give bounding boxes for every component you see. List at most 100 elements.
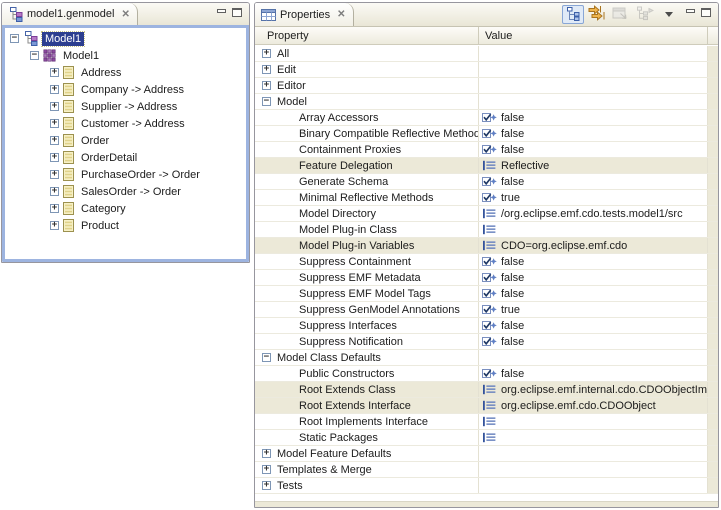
expander-icon[interactable]: + bbox=[50, 68, 59, 77]
checkbox-icon bbox=[482, 192, 497, 203]
properties-tab-title: Properties bbox=[280, 9, 330, 21]
expander-icon[interactable]: + bbox=[262, 465, 271, 474]
column-header-value[interactable]: Value bbox=[479, 27, 708, 44]
class-icon bbox=[63, 134, 74, 147]
property-row[interactable]: Generate Schema false bbox=[255, 174, 718, 190]
property-name: Root Extends Class bbox=[299, 384, 396, 396]
tree-item[interactable]: − Model1 bbox=[5, 30, 246, 47]
property-row[interactable]: Model Plug-in Class bbox=[255, 222, 718, 238]
property-name: Binary Compatible Reflective Methods bbox=[299, 128, 479, 140]
show-tree-mode-button[interactable] bbox=[562, 5, 584, 24]
tree-item[interactable]: + Product bbox=[5, 217, 246, 234]
property-row[interactable]: − Model Class Defaults bbox=[255, 350, 718, 366]
advanced-arrows-icon bbox=[588, 5, 606, 24]
expander-icon[interactable]: + bbox=[50, 187, 59, 196]
property-value: false bbox=[501, 320, 524, 332]
tree-item-label: Category bbox=[78, 202, 129, 216]
expander-icon[interactable]: + bbox=[262, 481, 271, 490]
checkbox-icon bbox=[482, 112, 497, 123]
property-row[interactable]: + Edit bbox=[255, 62, 718, 78]
expander-icon[interactable]: + bbox=[50, 221, 59, 230]
column-header-property[interactable]: Property bbox=[255, 27, 479, 44]
tab-model1-genmodel[interactable]: model1.genmodel ✕ bbox=[2, 3, 138, 25]
maximize-icon[interactable] bbox=[701, 8, 711, 17]
expander-icon[interactable]: − bbox=[10, 34, 19, 43]
minimize-icon[interactable] bbox=[217, 9, 226, 13]
property-name: Suppress Notification bbox=[299, 336, 403, 348]
checkbox-icon bbox=[482, 256, 497, 267]
tree-item-label: OrderDetail bbox=[78, 151, 140, 165]
property-row[interactable]: Suppress Notification false bbox=[255, 334, 718, 350]
property-row[interactable]: + Tests bbox=[255, 478, 718, 494]
expander-icon[interactable]: + bbox=[50, 170, 59, 179]
property-value: true bbox=[501, 192, 520, 204]
tree-item[interactable]: + Category bbox=[5, 200, 246, 217]
expander-icon[interactable]: − bbox=[30, 51, 39, 60]
expander-icon[interactable]: + bbox=[50, 102, 59, 111]
checkbox-icon bbox=[482, 320, 497, 331]
properties-window-buttons bbox=[686, 3, 718, 26]
property-row[interactable]: Public Constructors false bbox=[255, 366, 718, 382]
property-row[interactable]: Suppress EMF Metadata false bbox=[255, 270, 718, 286]
property-row[interactable]: Suppress Interfaces false bbox=[255, 318, 718, 334]
property-row[interactable]: Minimal Reflective Methods true bbox=[255, 190, 718, 206]
close-icon[interactable]: ✕ bbox=[121, 9, 129, 20]
tree-item-label: Product bbox=[78, 219, 122, 233]
pin-to-selection-button[interactable] bbox=[634, 5, 656, 24]
property-row[interactable]: Array Accessors false bbox=[255, 110, 718, 126]
property-row[interactable]: − Model bbox=[255, 94, 718, 110]
tree-item[interactable]: + OrderDetail bbox=[5, 149, 246, 166]
view-menu-button[interactable] bbox=[658, 5, 680, 24]
property-row[interactable]: Feature Delegation Reflective bbox=[255, 158, 718, 174]
tab-properties[interactable]: Properties ✕ bbox=[255, 3, 354, 26]
checkbox-icon bbox=[482, 128, 497, 139]
show-advanced-properties-button[interactable] bbox=[586, 5, 608, 24]
property-row[interactable]: Containment Proxies false bbox=[255, 142, 718, 158]
property-row[interactable]: Suppress EMF Model Tags false bbox=[255, 286, 718, 302]
property-row[interactable]: Model Plug-in Variables CDO=org.eclipse.… bbox=[255, 238, 718, 254]
expander-icon[interactable]: + bbox=[262, 81, 271, 90]
tree-item[interactable]: + PurchaseOrder -> Order bbox=[5, 166, 246, 183]
package-icon bbox=[43, 49, 56, 62]
property-row[interactable]: Root Implements Interface bbox=[255, 414, 718, 430]
tree-item[interactable]: + Customer -> Address bbox=[5, 115, 246, 132]
tree-item[interactable]: + Company -> Address bbox=[5, 81, 246, 98]
tree-item[interactable]: + Order bbox=[5, 132, 246, 149]
property-value: CDO=org.eclipse.emf.cdo bbox=[501, 240, 627, 252]
minimize-icon[interactable] bbox=[686, 9, 695, 13]
restore-default-value-button[interactable] bbox=[610, 5, 632, 24]
expander-icon[interactable]: + bbox=[262, 449, 271, 458]
property-row[interactable]: Binary Compatible Reflective Methods fal… bbox=[255, 126, 718, 142]
expander-icon[interactable]: + bbox=[50, 204, 59, 213]
tree-item-label: Company -> Address bbox=[78, 83, 187, 97]
maximize-icon[interactable] bbox=[232, 8, 242, 17]
chevron-down-icon bbox=[665, 12, 673, 17]
expander-icon[interactable]: + bbox=[262, 65, 271, 74]
property-row[interactable]: Suppress GenModel Annotations true bbox=[255, 302, 718, 318]
property-row[interactable]: + Model Feature Defaults bbox=[255, 446, 718, 462]
tree-item[interactable]: + Supplier -> Address bbox=[5, 98, 246, 115]
property-row[interactable]: Root Extends Class org.eclipse.emf.inter… bbox=[255, 382, 718, 398]
close-icon[interactable]: ✕ bbox=[337, 9, 345, 20]
property-name: Templates & Merge bbox=[277, 464, 372, 476]
expander-icon[interactable]: + bbox=[50, 85, 59, 94]
expander-icon[interactable]: + bbox=[262, 49, 271, 58]
property-row[interactable]: Suppress Containment false bbox=[255, 254, 718, 270]
property-row[interactable]: + Editor bbox=[255, 78, 718, 94]
expander-icon[interactable]: + bbox=[50, 119, 59, 128]
expander-icon[interactable]: − bbox=[262, 353, 271, 362]
tree-item[interactable]: + Address bbox=[5, 64, 246, 81]
tree-item[interactable]: + SalesOrder -> Order bbox=[5, 183, 246, 200]
property-row[interactable]: Root Extends Interface org.eclipse.emf.c… bbox=[255, 398, 718, 414]
expander-icon[interactable]: + bbox=[50, 153, 59, 162]
expander-icon[interactable]: + bbox=[50, 136, 59, 145]
property-name: Suppress Interfaces bbox=[299, 320, 397, 332]
property-row[interactable]: Static Packages bbox=[255, 430, 718, 446]
property-row[interactable]: + All bbox=[255, 46, 718, 62]
property-row[interactable]: Model Directory /org.eclipse.emf.cdo.tes… bbox=[255, 206, 718, 222]
tree-item-label: Address bbox=[78, 66, 124, 80]
expander-icon[interactable]: − bbox=[262, 97, 271, 106]
property-row[interactable]: + Templates & Merge bbox=[255, 462, 718, 478]
tree-item[interactable]: − Model1 bbox=[5, 47, 246, 64]
property-name: Minimal Reflective Methods bbox=[299, 192, 434, 204]
